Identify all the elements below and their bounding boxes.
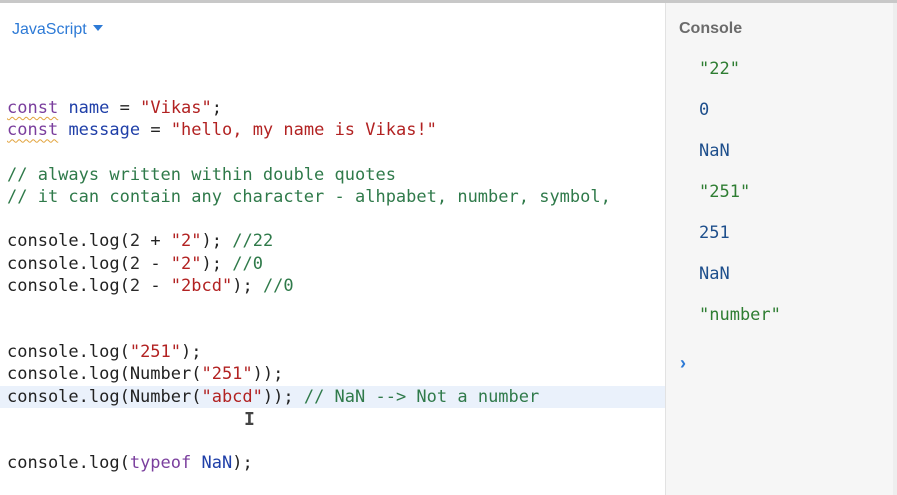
console-output-line: 251 [699, 223, 730, 243]
code-token: const [7, 120, 59, 141]
code-editor[interactable]: JavaScript const name = "Vikas"; const me… [0, 3, 665, 495]
code-token: typeof [129, 453, 192, 474]
code-token: console.log(Number( [7, 386, 202, 407]
scrollbar[interactable] [893, 3, 897, 495]
code-token: - [140, 275, 171, 296]
console-output-line: 0 [699, 100, 710, 120]
code-token: console.log( [7, 231, 130, 252]
code-token: message [68, 120, 141, 141]
code-line[interactable]: const name = "Vikas"; [0, 97, 665, 119]
code-token: console.log( [7, 453, 130, 474]
code-token: console.log( [7, 275, 130, 296]
code-token: ); [201, 231, 233, 252]
code-token: )); [262, 386, 304, 407]
code-token: "2bcd" [170, 275, 233, 296]
code-token: console.log( [7, 342, 130, 363]
code-token: 2 [129, 275, 141, 296]
code-token: "251" [129, 342, 182, 363]
code-line[interactable]: console.log(2 + "2"); //22 [0, 230, 665, 252]
code-token: "abcd" [201, 386, 263, 407]
code-line[interactable]: console.log(2 - "2bcd"); //0 [0, 275, 665, 297]
code-token: = [109, 98, 141, 119]
code-token: // NaN --> Not a number [303, 386, 540, 407]
code-line[interactable] [0, 142, 665, 164]
i-beam-cursor-icon: I [244, 409, 255, 430]
code-token: const [7, 98, 59, 119]
code-token: "2" [170, 231, 202, 252]
code-token: console.log( [7, 253, 130, 274]
code-line[interactable] [0, 408, 665, 430]
code-line[interactable]: console.log(Number("251")); [0, 363, 665, 385]
code-token: - [140, 253, 171, 274]
console-output-line: "251" [699, 182, 751, 202]
code-line[interactable] [0, 208, 665, 230]
code-token: = [140, 120, 171, 141]
console-title: Console [679, 20, 743, 37]
chevron-down-icon [92, 24, 103, 31]
code-line[interactable]: console.log(Number("abcd")); // NaN --> … [0, 385, 665, 408]
code-token: // it can contain any character - alhpab… [7, 186, 611, 207]
console-panel: Console "22" 0 NaN "251" 251 NaN "number" › [666, 3, 897, 495]
code-token: "251" [201, 364, 253, 385]
console-output-line: "22" [699, 59, 740, 79]
code-token: ); [201, 253, 233, 274]
code-line[interactable]: console.log(typeof NaN); [0, 452, 665, 474]
code-line[interactable] [0, 297, 665, 319]
code-token: 2 [129, 231, 141, 252]
code-token: ); [232, 453, 253, 474]
language-label: JavaScript [12, 21, 87, 38]
code-token: "hello, my name is Vikas!" [170, 120, 437, 141]
code-token: NaN [201, 453, 233, 474]
code-line[interactable]: // it can contain any character - alhpab… [0, 186, 665, 208]
code-token: name [68, 98, 110, 119]
code-line[interactable] [0, 75, 665, 97]
code-token: ; [211, 98, 223, 119]
code-token: "Vikas" [140, 98, 212, 119]
chevron-right-icon[interactable]: › [680, 353, 686, 374]
code-line[interactable]: console.log("251"); [0, 341, 665, 363]
code-lines[interactable]: const name = "Vikas"; const message = "he… [0, 75, 665, 474]
code-token: //22 [232, 231, 274, 252]
code-line[interactable]: // always written within double quotes [0, 164, 665, 186]
code-token: + [140, 231, 171, 252]
code-token: ); [181, 342, 202, 363]
code-token: ); [232, 275, 263, 296]
code-token: )); [252, 364, 284, 385]
code-line[interactable] [0, 319, 665, 341]
code-token: console.log(Number( [7, 364, 202, 385]
console-output-line: NaN [699, 141, 730, 161]
code-token: //0 [262, 275, 294, 296]
code-line[interactable]: const message = "hello, my name is Vikas… [0, 119, 665, 141]
code-token: "2" [170, 253, 202, 274]
console-output-line: NaN [699, 264, 730, 284]
code-line[interactable]: console.log(2 - "2"); //0 [0, 253, 665, 275]
code-token: 2 [129, 253, 141, 274]
code-token: //0 [232, 253, 263, 274]
code-token: // always written within double quotes [7, 164, 396, 185]
console-output-line: "number" [699, 305, 781, 325]
language-dropdown[interactable]: JavaScript [12, 21, 103, 39]
code-line[interactable] [0, 430, 665, 452]
